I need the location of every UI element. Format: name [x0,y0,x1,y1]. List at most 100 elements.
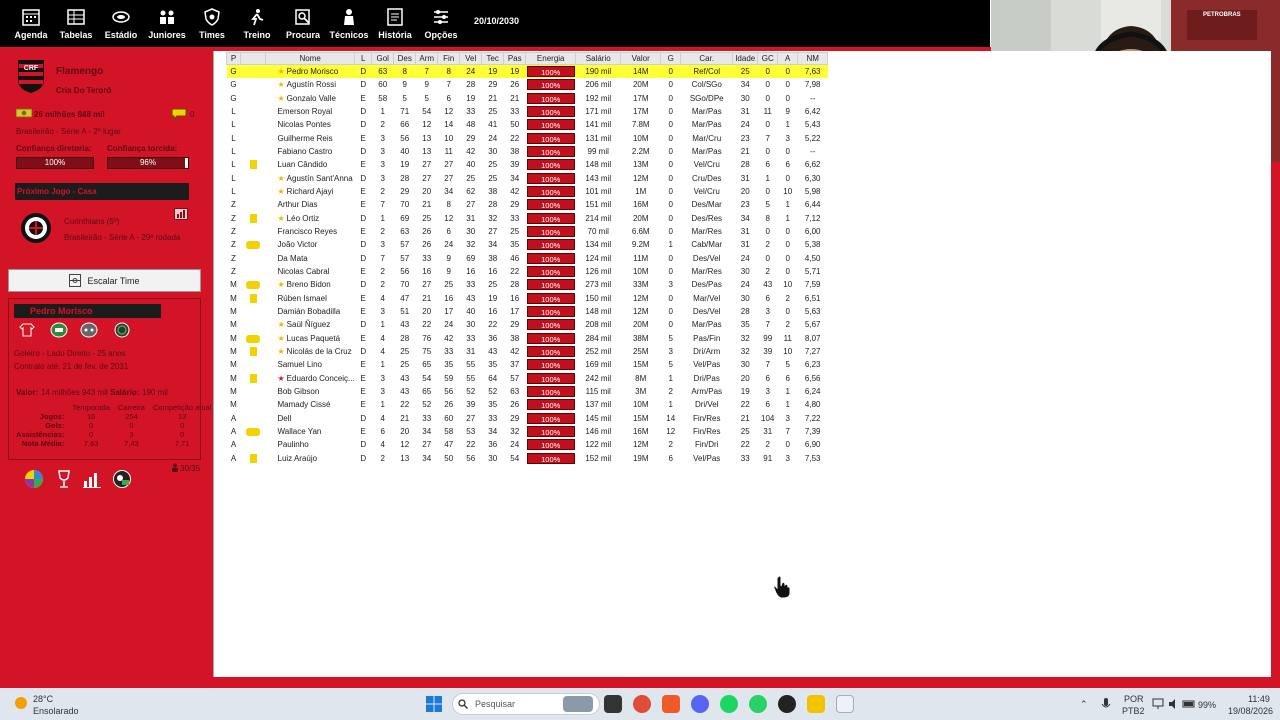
column-header[interactable]: Tec [481,52,505,65]
column-header[interactable]: Car. [680,52,734,65]
player-row[interactable]: Z Da Mata D 7 57 33 9 69 38 46 100% 124 mil 11M 0 Des/… [227,251,828,264]
player-row[interactable]: G ★ Agustín Rossi D 60 9 9 7 28 29 26 100% 206 mil 20… [227,78,828,91]
player-row[interactable]: M ★ Lucas Paquetá E 4 28 76 42 33 36 38 100% 284 mil… [227,332,828,345]
player-row[interactable]: A Paulinho D 4 12 27 47 22 36 24 100% 122 mil 12M 2 Fi… [227,438,828,451]
opponent-stats-icon[interactable] [174,208,188,220]
trophy-icon[interactable] [56,469,72,489]
column-header[interactable]: Arm [415,52,439,65]
nav-opcoes[interactable]: Opções [418,7,464,40]
task-view-icon[interactable] [604,695,622,713]
column-header[interactable] [240,52,266,65]
player-row[interactable]: L Guilherme Reis E 3 56 13 10 29 24 22 100% 131 mil… [227,131,828,144]
player-row[interactable]: M Damián Bobadilla E 3 51 20 17 40 16 17 100% 148 m… [227,305,828,318]
player-row[interactable]: Z Arthur Dias E 7 70 21 8 27 28 29 100% 151 mil 16M 0… [227,198,828,211]
des-cell: 40 [400,146,410,156]
player-row[interactable]: M Samuel Lino E 1 25 65 35 55 35 37 100% 169 mil 15M… [227,358,828,371]
column-header[interactable]: Des [393,52,417,65]
column-header[interactable]: P [226,52,241,65]
player-body-icon[interactable] [80,322,98,338]
column-header[interactable]: NM [797,52,829,65]
nav-agenda[interactable]: Agenda [8,7,54,40]
player-row[interactable]: Z ★ Léo Ortiz D 1 69 25 12 31 32 33 100% 214 mil 20M 0… [227,211,828,224]
spotify-icon[interactable] [720,695,738,713]
player-row[interactable]: A Luiz Araújo D 2 13 34 50 56 30 54 100% 152 mil 19M… [227,452,828,465]
column-header[interactable]: A [777,52,799,65]
player-row[interactable]: M ★ Eduardo Conceiç... E 3 43 54 59 55 64 57 100% 24… [227,372,828,385]
column-header[interactable]: Gol [371,52,395,65]
chart-icon[interactable] [82,469,102,489]
player-scout-icon[interactable] [114,322,130,338]
nav-times[interactable]: Times [190,7,234,40]
search-highlight-icon[interactable] [563,696,593,712]
player-row[interactable]: L Luan Cândido E 3 19 27 27 40 25 39 100% 148 mil 13… [227,158,828,171]
player-row[interactable]: G ★ Gonzalo Valle E 58 5 5 6 19 21 21 100% 192 mil 17… [227,91,828,104]
player-row[interactable]: L Fabiano Castro D 3 40 13 11 42 30 38 100% 99 mil 2… [227,145,828,158]
column-header[interactable]: Fin [437,52,461,65]
column-header[interactable]: Energia [525,52,577,65]
column-header[interactable]: Idade [732,52,759,65]
car-cell: Mar/Vel [693,293,721,303]
nav-treino[interactable]: Treino [234,7,280,40]
column-header[interactable]: Pas [503,52,527,65]
messages-icon[interactable] [171,108,187,120]
nav-tabelas[interactable]: Tabelas [54,7,98,40]
g-cell: 0 [668,93,673,103]
nav-juniores-label: Juniores [148,30,186,40]
player-row[interactable]: Z Nicolas Cabral E 2 56 16 9 16 16 22 100% 126 mil 1… [227,265,828,278]
tec-cell: 36 [488,440,498,450]
energy-cell: 100% [526,332,576,345]
color-wheel-icon[interactable] [24,469,44,489]
pas-cell: 33 [510,106,520,116]
discord-icon[interactable] [691,695,709,713]
player-row[interactable]: M Rúben Ismael E 4 47 21 16 43 19 16 100% 150 mil 12… [227,292,828,305]
player-row[interactable]: M ★ Nicolás de la Cruz D 4 25 75 33 31 43 42 100% 25… [227,345,828,358]
player-row[interactable]: Z Francisco Reyes E 2 63 26 6 30 27 25 100% 70 mil 6… [227,225,828,238]
vel-cell: 32 [466,240,476,250]
column-header[interactable]: GC [757,52,779,65]
chrome-icon[interactable] [633,695,651,713]
player-row[interactable]: M Mamady Cissé E 1 22 52 26 39 35 26 100% 137 mil 10… [227,398,828,411]
battery-icon[interactable] [1182,698,1196,710]
yellow-card-icon [249,453,257,463]
player-row[interactable]: L ★ Richard Ajayi E 2 29 20 34 62 38 42 100% 101 mil… [227,185,828,198]
player-row[interactable]: A Wallace Yan E 6 20 34 58 53 34 32 100% 146 mil 16M… [227,425,828,438]
column-header[interactable]: Vel [459,52,483,65]
player-row[interactable]: G ★ Pedro Morisco D 63 8 7 8 24 19 19 100% 190 mil 14… [226,64,828,78]
windows-start-icon[interactable] [426,696,442,712]
tray-chevron-icon[interactable]: ⌃ [1080,699,1088,710]
brave-icon[interactable] [662,695,680,713]
player-row[interactable]: M ★ Breno Bidon D 2 70 27 25 33 25 28 100% 273 mil 33… [227,278,828,291]
game-app-icon[interactable] [836,695,854,713]
column-header[interactable]: Valor [620,52,662,65]
nav-estadio[interactable]: Estádio [98,7,144,40]
escalar-time-button[interactable]: Escalar Time [8,269,201,292]
column-header[interactable]: L [354,52,373,65]
nav-historia[interactable]: História [372,7,418,40]
nav-procura[interactable]: Procura [280,7,326,40]
network-icon[interactable] [1152,698,1164,710]
player-row[interactable]: L Emerson Royal D 1 71 54 12 33 25 33 100% 171 mil 1… [227,105,828,118]
nav-juniores[interactable]: Juniores [144,7,190,40]
scout-report-icon[interactable] [112,469,132,489]
tec-cell: 30 [488,146,498,156]
whatsapp-icon[interactable] [749,695,767,713]
gc-cell: 104 [761,413,775,423]
microphone-icon[interactable] [1101,697,1111,711]
weather-sun-icon[interactable] [13,695,29,711]
player-shirt-icon[interactable] [19,322,35,338]
player-row[interactable]: A Dell D 4 21 33 60 27 33 29 100% 145 mil 15M 14 Fin/R… [227,412,828,425]
volume-icon[interactable] [1168,698,1180,710]
player-row[interactable]: M ★ Saúl Ñíguez D 1 43 22 24 30 22 29 100% 208 mil 20… [227,318,828,331]
vel-cell: 40 [466,307,476,317]
obs-icon[interactable] [778,695,796,713]
nav-tecnicos[interactable]: Técnicos [326,7,372,40]
column-header[interactable]: Salário [575,52,622,65]
player-row[interactable]: Z João Victor D 3 57 26 24 32 34 35 100% 134 mil 9.2… [227,238,828,251]
player-row[interactable]: M Bob Gibson E 3 43 65 56 52 52 63 100% 115 mil 3M 2 A… [227,385,828,398]
player-row[interactable]: L Nicolas Pontes D 2 66 12 14 48 41 50 100% 141 mil… [227,118,828,131]
column-header[interactable]: G [660,52,682,65]
player-training-icon[interactable] [50,322,68,338]
column-header[interactable]: Nome [264,52,356,65]
file-explorer-icon[interactable] [807,695,825,713]
player-row[interactable]: L ★ Agustín Sant'Anna D 3 28 27 27 25 25 34 100% 143… [227,171,828,184]
